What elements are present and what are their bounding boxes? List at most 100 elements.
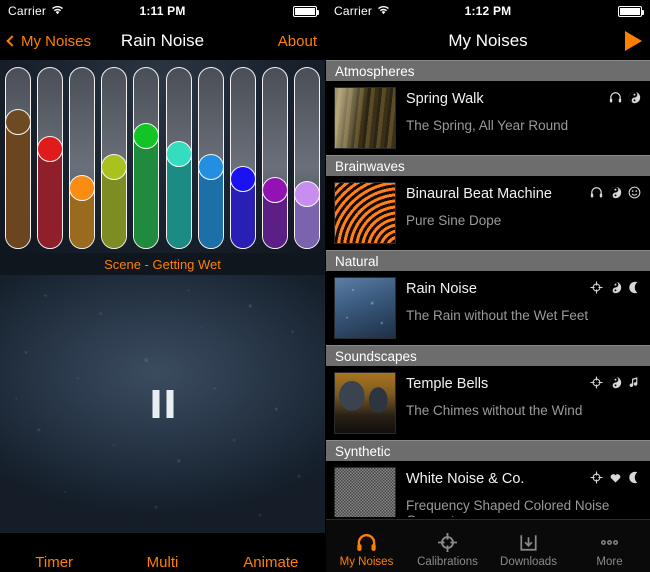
right-phone-screen: Carrier 1:12 PM My Noises Atmospheres Spr… bbox=[325, 0, 650, 572]
smiley-icon bbox=[628, 186, 641, 199]
list-item-icons bbox=[609, 91, 641, 104]
left-bottom-toolbar: Timer Multi Animate bbox=[0, 533, 325, 572]
crescent-moon-icon bbox=[628, 471, 641, 484]
timer-button[interactable]: Timer bbox=[0, 554, 108, 571]
list-item-icons bbox=[590, 376, 641, 389]
section-header: Synthetic bbox=[326, 440, 650, 461]
mixer-slider-2[interactable] bbox=[37, 66, 64, 249]
section-header: Atmospheres bbox=[326, 60, 650, 81]
rain-background-view[interactable] bbox=[0, 275, 325, 533]
mixer-slider-5[interactable] bbox=[133, 66, 160, 249]
headphones-icon bbox=[609, 91, 622, 104]
ellipsis-icon bbox=[569, 532, 650, 556]
tab-calibrations[interactable]: Calibrations bbox=[407, 532, 488, 572]
about-button[interactable]: About bbox=[278, 33, 317, 50]
mixer-slider-3[interactable] bbox=[69, 66, 96, 249]
crosshair-icon bbox=[590, 281, 603, 294]
tab-bar: My Noises Calibrations Downloads More bbox=[326, 519, 650, 572]
list-item[interactable]: Rain Noise The Rain without the Wet Feet bbox=[326, 271, 650, 345]
back-button[interactable]: My Noises bbox=[6, 32, 92, 50]
left-nav-bar: My Noises Rain Noise About bbox=[0, 22, 325, 60]
crosshair-icon bbox=[590, 471, 603, 484]
crosshair-icon bbox=[407, 532, 488, 556]
animate-button[interactable]: Animate bbox=[217, 554, 325, 571]
list-item-subtitle: The Rain without the Wet Feet bbox=[406, 308, 589, 323]
mixer-slider-8[interactable] bbox=[229, 66, 256, 249]
list-item-body: Spring Walk The Spring, All Year Round bbox=[396, 87, 642, 149]
slider-knob[interactable] bbox=[294, 180, 319, 207]
yin-yang-icon bbox=[628, 91, 641, 104]
page-title: My Noises bbox=[448, 31, 528, 50]
tab-my-noises[interactable]: My Noises bbox=[326, 532, 407, 572]
slider-fill bbox=[166, 153, 191, 248]
battery-group bbox=[293, 5, 319, 17]
scene-label: Scene - Getting Wet bbox=[104, 256, 221, 272]
list-item[interactable]: Binaural Beat Machine Pure Sine Dope bbox=[326, 176, 650, 250]
yin-yang-icon bbox=[609, 376, 622, 389]
slider-knob[interactable] bbox=[102, 153, 127, 180]
list-item[interactable]: Spring Walk The Spring, All Year Round bbox=[326, 81, 650, 155]
scene-bar[interactable]: Scene - Getting Wet bbox=[0, 253, 325, 275]
headphones-icon bbox=[326, 532, 407, 556]
list-item-subtitle: Frequency Shaped Colored Noise Generator bbox=[406, 498, 610, 517]
right-nav-bar: My Noises bbox=[326, 22, 650, 60]
back-button-label: My Noises bbox=[21, 32, 92, 50]
battery-full-icon bbox=[293, 5, 319, 17]
binaural-waves-thumbnail bbox=[334, 182, 396, 244]
list-item[interactable]: White Noise & Co. Frequency Shaped Colore… bbox=[326, 461, 650, 517]
section-header: Brainwaves bbox=[326, 155, 650, 176]
slider-knob[interactable] bbox=[70, 175, 95, 202]
mixer-slider-7[interactable] bbox=[197, 66, 224, 249]
slider-mixer-panel bbox=[0, 60, 325, 253]
chevron-left-icon bbox=[6, 35, 18, 47]
slider-knob[interactable] bbox=[166, 140, 191, 167]
tab-more[interactable]: More bbox=[569, 532, 650, 572]
left-phone-screen: Carrier 1:11 PM My Noises Rain Noise Abo… bbox=[0, 0, 325, 572]
multi-button[interactable]: Multi bbox=[108, 554, 216, 571]
status-time: 1:12 PM bbox=[464, 4, 512, 18]
slider-knob[interactable] bbox=[38, 135, 63, 162]
noise-list[interactable]: Atmospheres Spring Walk The Spring, All Ye… bbox=[326, 60, 650, 517]
yin-yang-icon bbox=[609, 281, 622, 294]
mixer-slider-6[interactable] bbox=[165, 66, 192, 249]
download-icon bbox=[488, 532, 569, 556]
list-item-subtitle: The Chimes without the Wind bbox=[406, 403, 583, 418]
music-note-icon bbox=[628, 376, 641, 389]
crosshair-icon bbox=[590, 376, 603, 389]
headphones-icon bbox=[590, 186, 603, 199]
list-item-icons bbox=[590, 471, 641, 484]
list-item-title: Spring Walk bbox=[406, 91, 484, 107]
play-icon[interactable] bbox=[625, 31, 642, 51]
crescent-moon-icon bbox=[628, 281, 641, 294]
list-item-subtitle: The Spring, All Year Round bbox=[406, 118, 569, 133]
slider-knob[interactable] bbox=[230, 166, 255, 193]
slider-fill bbox=[38, 148, 63, 248]
left-status-bar: Carrier 1:11 PM bbox=[0, 0, 325, 22]
list-item[interactable]: Temple Bells The Chimes without the Wind bbox=[326, 366, 650, 440]
slider-knob[interactable] bbox=[198, 153, 223, 180]
list-item-subtitle: Pure Sine Dope bbox=[406, 213, 502, 228]
right-status-bar: Carrier 1:12 PM bbox=[326, 0, 650, 22]
temple-bells-thumbnail bbox=[334, 372, 396, 434]
status-time: 1:11 PM bbox=[139, 4, 186, 18]
slider-knob[interactable] bbox=[6, 108, 30, 135]
section-header: Natural bbox=[326, 250, 650, 271]
tab-label: My Noises bbox=[339, 556, 394, 568]
list-item-icons bbox=[590, 186, 641, 199]
slider-knob[interactable] bbox=[134, 122, 159, 149]
pause-icon[interactable] bbox=[152, 390, 173, 418]
mixer-slider-4[interactable] bbox=[101, 66, 128, 249]
rain-thumbnail bbox=[334, 277, 396, 339]
mixer-slider-1[interactable] bbox=[5, 66, 31, 249]
slider-fill bbox=[134, 135, 159, 248]
tab-label: More bbox=[596, 556, 623, 568]
mixer-slider-10[interactable] bbox=[293, 66, 320, 249]
slider-fill bbox=[6, 121, 30, 248]
battery-group bbox=[618, 5, 644, 17]
tab-label: Calibrations bbox=[417, 556, 478, 568]
section-header: Soundscapes bbox=[326, 345, 650, 366]
mixer-slider-9[interactable] bbox=[261, 66, 288, 249]
slider-knob[interactable] bbox=[262, 176, 287, 203]
tab-downloads[interactable]: Downloads bbox=[488, 532, 569, 572]
heart-icon bbox=[609, 471, 622, 484]
